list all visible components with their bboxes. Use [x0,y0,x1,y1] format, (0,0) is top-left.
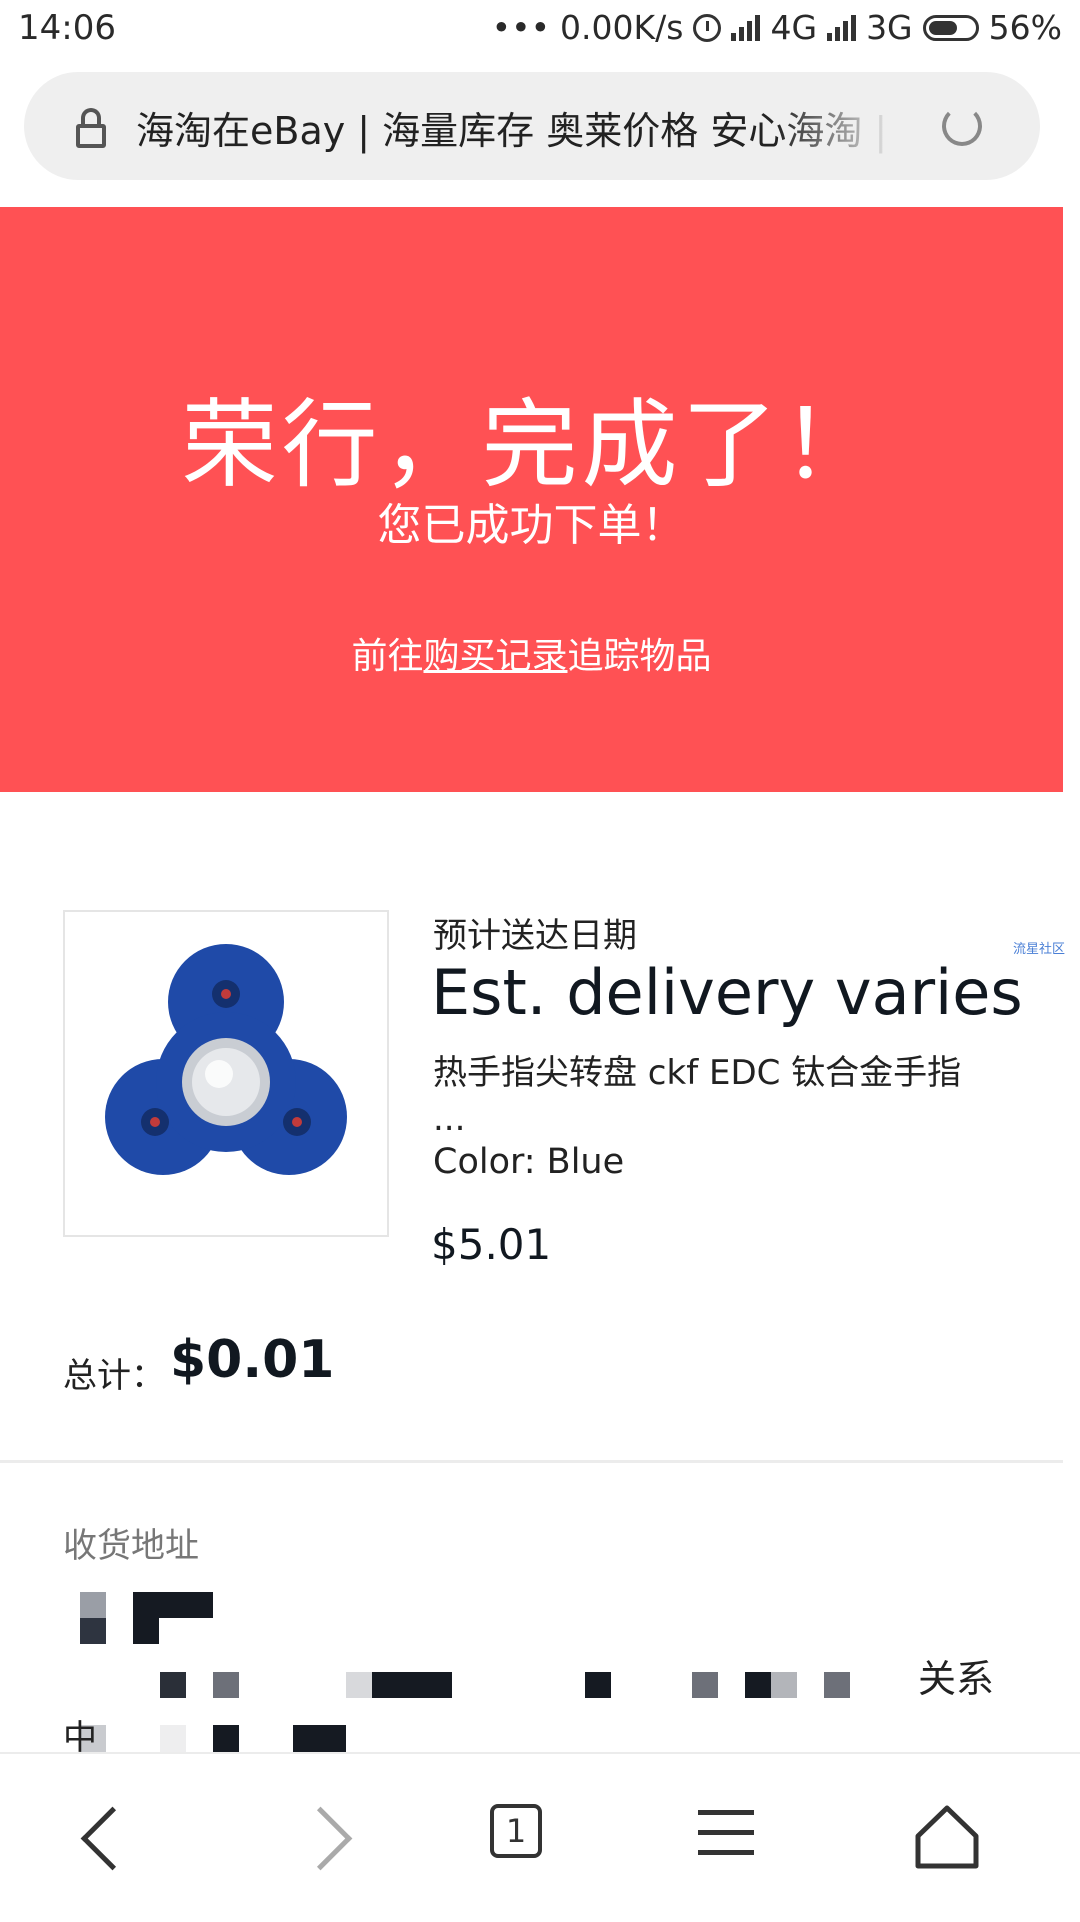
network-type-2: 3G [866,8,913,47]
status-indicators: ••• 0.00K/s 4G 3G 56% [492,8,1062,47]
dots-icon: ••• [491,8,551,47]
item-thumbnail[interactable] [63,910,389,1237]
home-icon [915,1805,979,1869]
status-bar: 14:06 ••• 0.00K/s 4G 3G 56% [0,0,1080,62]
battery-icon [922,14,979,41]
total-label: 总计： [63,1356,165,1396]
network-type-1: 4G [770,8,818,47]
address-text-fragment: 关系 [918,1657,995,1701]
tabs-icon: 1 [490,1804,542,1858]
item-price: $5.01 [431,1220,552,1269]
alarm-icon [693,13,722,42]
purchase-history-link[interactable]: 购买记录 [423,636,567,677]
delivery-label: 预计送达日期 [433,916,637,956]
network-speed: 0.00K/s [560,8,684,47]
shipping-address-label: 收货地址 [63,1526,199,1566]
item-title[interactable]: 热手指尖转盘 ckf EDC 钛合金手指 ... [433,1050,1003,1142]
track-purchases-line: 前往购买记录追踪物品 [0,627,1063,679]
menu-icon[interactable] [688,1794,778,1884]
browser-bottom-bar: 1 [0,1752,1080,1922]
watermark-badge: 流星社区 [1013,942,1066,957]
fidget-spinner-image [105,944,347,1175]
status-time: 14:06 [18,8,116,48]
track-prefix: 前往 [351,636,424,677]
signal-icon [731,14,761,41]
signal-icon-2 [827,14,857,41]
section-divider [0,1460,1063,1463]
forward-icon[interactable] [288,1794,378,1884]
confirmation-headline: 荣行，完成了！ [181,389,882,501]
lock-icon [76,108,106,148]
track-suffix: 追踪物品 [567,636,712,677]
back-icon[interactable] [58,1794,148,1884]
battery-level: 56% [988,8,1062,47]
delivery-value: Est. delivery varies [431,956,1023,1029]
address-bar[interactable]: 海淘在eBay | 海量库存 奥莱价格 安心海淘 | [24,72,1040,180]
reload-icon[interactable] [942,106,982,146]
home-button[interactable] [900,1794,990,1884]
confirmation-subline: 您已成功下单！ [377,500,686,551]
total-value: $0.01 [170,1330,335,1390]
tabs-button[interactable]: 1 [474,1794,564,1884]
page-title-in-address-bar[interactable]: 海淘在eBay | 海量库存 奥莱价格 安心海淘 | [136,100,896,155]
item-variation: Color: Blue [433,1142,625,1182]
order-confirmation-banner: 荣行，完成了！ 您已成功下单！ 前往购买记录追踪物品 [0,207,1063,792]
